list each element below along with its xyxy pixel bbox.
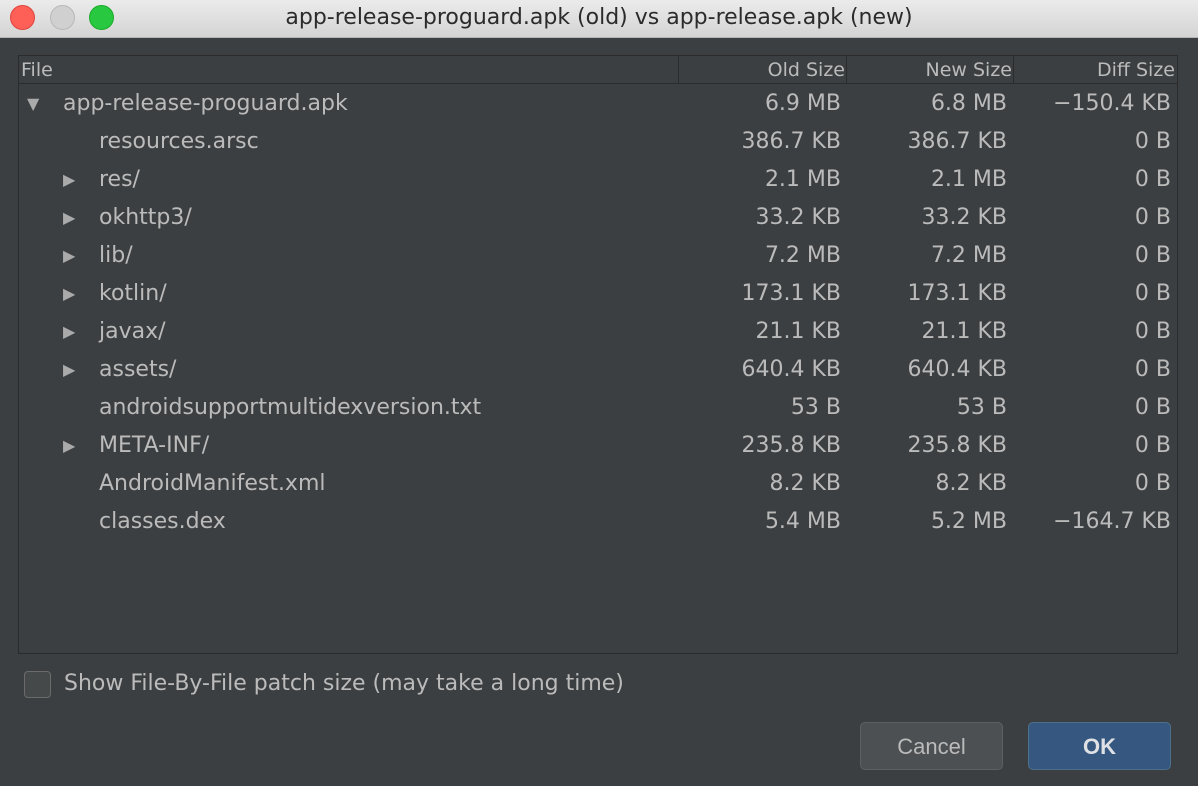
- file-name: AndroidManifest.xml: [99, 471, 326, 496]
- table-row-root-apk[interactable]: ▼ app-release-proguard.apk 6.9 MB 6.8 MB…: [19, 85, 1177, 123]
- new-size: 33.2 KB: [921, 205, 1008, 230]
- diff-size: 0 B: [1134, 167, 1171, 192]
- diff-size: 0 B: [1134, 205, 1171, 230]
- expand-toggle-icon[interactable]: ▶: [63, 313, 83, 351]
- table-row[interactable]: ▶ META-INF/ 235.8 KB 235.8 KB 0 B: [19, 427, 1177, 465]
- table-row[interactable]: AndroidManifest.xml 8.2 KB 8.2 KB 0 B: [19, 465, 1177, 503]
- table-row[interactable]: ▶ kotlin/ 173.1 KB 173.1 KB 0 B: [19, 275, 1177, 313]
- old-size: 33.2 KB: [755, 205, 842, 230]
- new-size: 386.7 KB: [907, 129, 1008, 154]
- file-name: okhttp3/: [99, 205, 192, 230]
- file-name: META-INF/: [99, 433, 210, 458]
- table-row[interactable]: ▶ javax/ 21.1 KB 21.1 KB 0 B: [19, 313, 1177, 351]
- diff-size: 0 B: [1134, 357, 1171, 382]
- patch-size-label[interactable]: Show File-By-File patch size (may take a…: [64, 668, 624, 700]
- table-row[interactable]: androidsupportmultidexversion.txt 53 B 5…: [19, 389, 1177, 427]
- old-size: 386.7 KB: [741, 129, 842, 154]
- old-size: 6.9 MB: [764, 91, 841, 116]
- old-size: 235.8 KB: [741, 433, 842, 458]
- expand-toggle-icon[interactable]: ▶: [63, 237, 83, 275]
- table-row[interactable]: ▶ assets/ 640.4 KB 640.4 KB 0 B: [19, 351, 1177, 389]
- expand-toggle-icon[interactable]: ▶: [63, 427, 83, 465]
- diff-size: 0 B: [1134, 243, 1171, 268]
- table-row[interactable]: ▶ lib/ 7.2 MB 7.2 MB 0 B: [19, 237, 1177, 275]
- apk-diff-table[interactable]: File Old Size New Size Diff Size ▼ app-r…: [18, 55, 1178, 654]
- new-size: 2.1 MB: [930, 167, 1007, 192]
- table-row[interactable]: ▶ res/ 2.1 MB 2.1 MB 0 B: [19, 161, 1177, 199]
- new-size: 173.1 KB: [907, 281, 1008, 306]
- patch-size-checkbox[interactable]: [24, 671, 51, 698]
- old-size: 8.2 KB: [769, 471, 842, 496]
- expand-toggle-icon[interactable]: ▶: [63, 199, 83, 237]
- file-name: lib/: [99, 243, 133, 268]
- cancel-button[interactable]: Cancel: [860, 722, 1003, 770]
- new-size: 7.2 MB: [930, 243, 1007, 268]
- title-bar: app-release-proguard.apk (old) vs app-re…: [0, 0, 1198, 38]
- file-name: resources.arsc: [99, 129, 259, 154]
- ok-button[interactable]: OK: [1028, 722, 1171, 770]
- column-header-new-size[interactable]: New Size: [848, 56, 1014, 83]
- old-size: 2.1 MB: [764, 167, 841, 192]
- table-row[interactable]: resources.arsc 386.7 KB 386.7 KB 0 B: [19, 123, 1177, 161]
- old-size: 53 B: [790, 395, 841, 420]
- column-header-diff-size[interactable]: Diff Size: [1015, 56, 1176, 83]
- old-size: 5.4 MB: [764, 509, 841, 534]
- table-row[interactable]: classes.dex 5.4 MB 5.2 MB −164.7 KB: [19, 503, 1177, 541]
- file-name: assets/: [99, 357, 177, 382]
- table-header: File Old Size New Size Diff Size: [19, 56, 1177, 84]
- diff-size: 0 B: [1134, 281, 1171, 306]
- old-size: 21.1 KB: [755, 319, 842, 344]
- expand-toggle-icon[interactable]: ▶: [63, 351, 83, 389]
- new-size: 6.8 MB: [930, 91, 1007, 116]
- file-name: app-release-proguard.apk: [63, 91, 348, 116]
- old-size: 7.2 MB: [764, 243, 841, 268]
- expand-toggle-icon[interactable]: ▼: [27, 85, 47, 123]
- file-name: javax/: [99, 319, 166, 344]
- file-name: classes.dex: [99, 509, 226, 534]
- diff-size: 0 B: [1134, 395, 1171, 420]
- old-size: 640.4 KB: [741, 357, 842, 382]
- table-row[interactable]: ▶ okhttp3/ 33.2 KB 33.2 KB 0 B: [19, 199, 1177, 237]
- new-size: 21.1 KB: [921, 319, 1008, 344]
- new-size: 640.4 KB: [907, 357, 1008, 382]
- new-size: 5.2 MB: [930, 509, 1007, 534]
- diff-size: 0 B: [1134, 471, 1171, 496]
- column-header-old-size[interactable]: Old Size: [681, 56, 847, 83]
- file-name: kotlin/: [99, 281, 167, 306]
- diff-size: −164.7 KB: [1053, 509, 1171, 534]
- table-body: ▼ app-release-proguard.apk 6.9 MB 6.8 MB…: [19, 85, 1177, 541]
- expand-toggle-icon[interactable]: ▶: [63, 275, 83, 313]
- file-name: androidsupportmultidexversion.txt: [99, 395, 482, 420]
- new-size: 8.2 KB: [935, 471, 1008, 496]
- diff-size: 0 B: [1134, 433, 1171, 458]
- diff-size: 0 B: [1134, 129, 1171, 154]
- diff-size: −150.4 KB: [1053, 91, 1171, 116]
- expand-toggle-icon[interactable]: ▶: [63, 161, 83, 199]
- new-size: 53 B: [956, 395, 1007, 420]
- diff-size: 0 B: [1134, 319, 1171, 344]
- new-size: 235.8 KB: [907, 433, 1008, 458]
- window-title: app-release-proguard.apk (old) vs app-re…: [285, 5, 913, 30]
- column-header-file[interactable]: File: [21, 56, 679, 83]
- old-size: 173.1 KB: [741, 281, 842, 306]
- file-name: res/: [99, 167, 140, 192]
